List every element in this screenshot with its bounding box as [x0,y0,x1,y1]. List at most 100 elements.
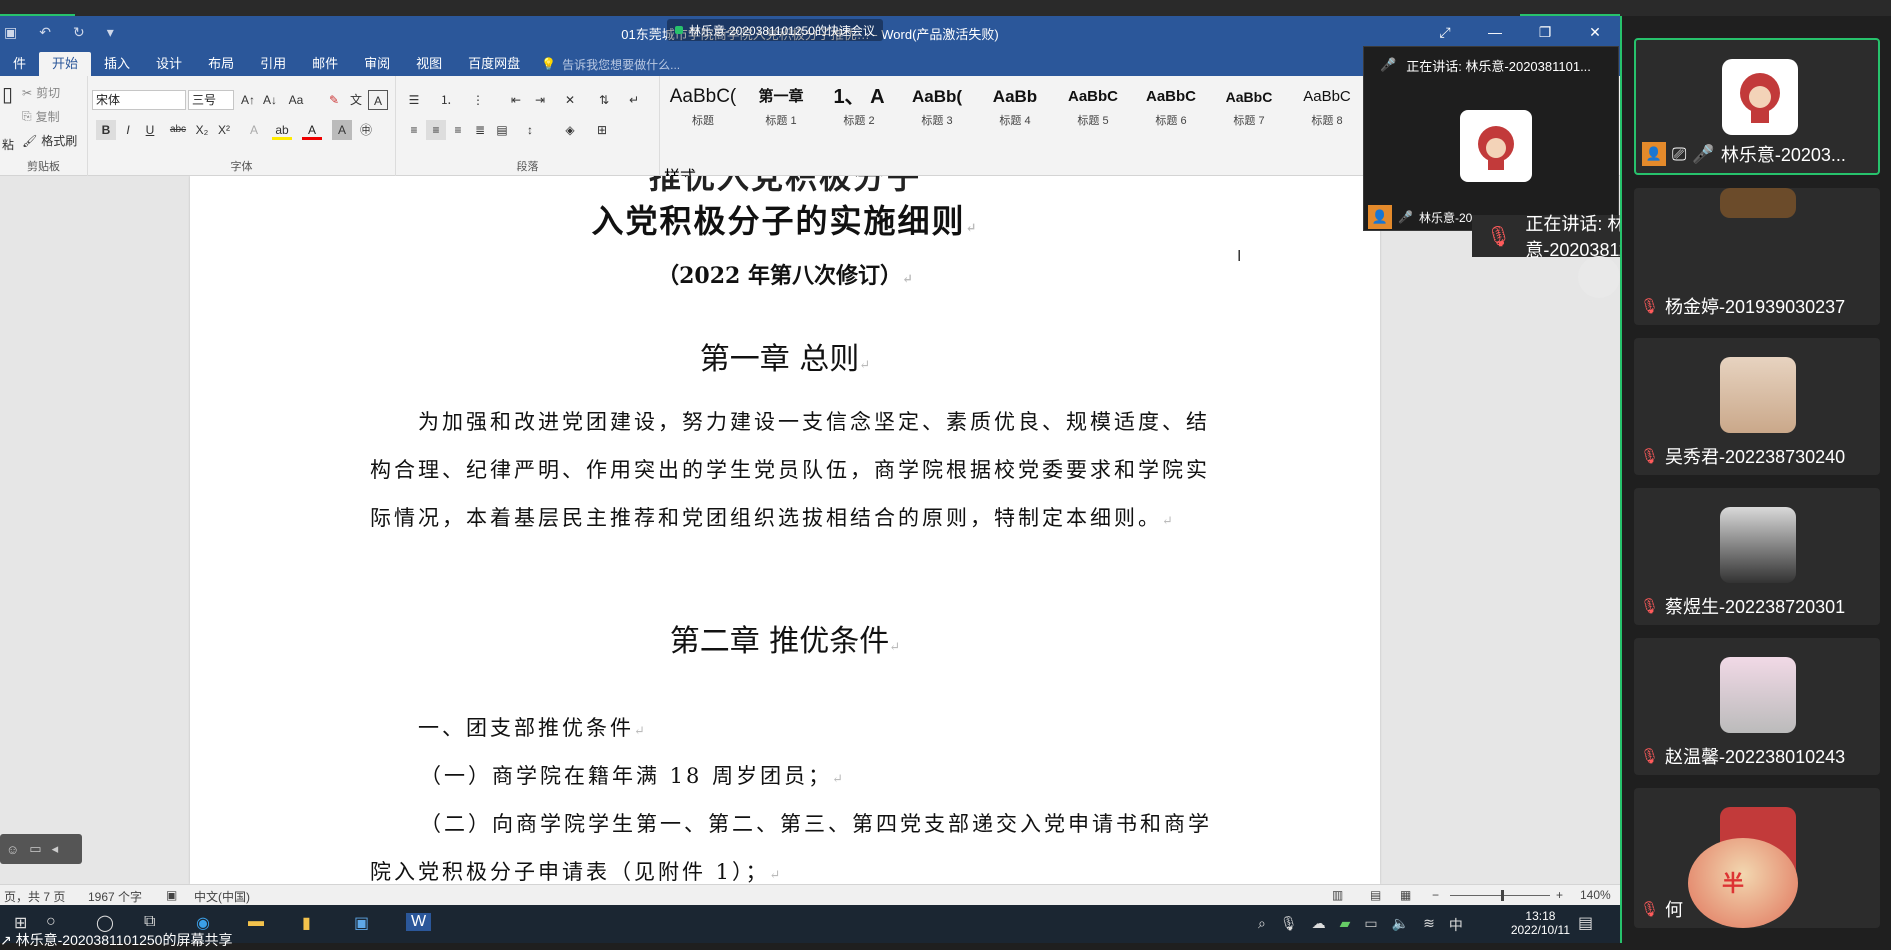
style-heading-8[interactable]: AaBbC 标题 8 [1288,80,1366,140]
tray-search-icon[interactable]: ⌕ [1258,915,1266,935]
sort-icon[interactable]: ⇅ [594,90,614,110]
document-page[interactable]: 推优入党积极分子 入党积极分子的实施细则↵ （2022 年第八次修订）↵ 第一章… [190,176,1380,884]
style-heading-1[interactable]: 第一章 标题 1 [742,80,820,140]
tab-mailings[interactable]: 邮件 [299,52,351,76]
style-heading-4[interactable]: AaBb 标题 4 [976,80,1054,140]
multilevel-list-icon[interactable]: ⋮ [468,90,488,110]
tray-volume-icon[interactable]: 🔈 [1392,915,1409,935]
line-spacing-icon[interactable]: ↕ [520,120,540,140]
participant-card[interactable]: 🎙 赵温馨-202238010243 [1634,638,1880,775]
justify-icon[interactable]: ≣ [470,120,490,140]
enclose-char-icon[interactable]: ㊥ [356,120,376,140]
tab-references[interactable]: 引用 [247,52,299,76]
decrease-indent-icon[interactable]: ⇤ [506,90,526,110]
text-effects-icon[interactable]: A [244,120,264,140]
increase-indent-icon[interactable]: ⇥ [530,90,550,110]
tray-cloud-icon[interactable]: ☁ [1312,915,1326,935]
cut-button[interactable]: ✂ 剪切 [22,84,60,101]
paste-icon[interactable]: ▯ [2,82,13,107]
bold-button[interactable]: B [96,120,116,140]
floating-toolbar[interactable]: ☺ ▭ ◂ [0,834,82,864]
format-painter-button[interactable]: 🖌 格式刷 [22,132,77,149]
zoom-slider[interactable] [1450,895,1550,896]
tab-file[interactable]: 件 [0,52,39,76]
assistant-bubble-icon[interactable] [1578,256,1620,298]
grow-font-icon[interactable]: A↑ [238,90,258,110]
tray-battery-icon[interactable]: ▭ [1364,915,1377,935]
style-heading-6[interactable]: AaBbC 标题 6 [1132,80,1210,140]
clock[interactable]: 13:18 2022/10/11 [1511,909,1570,937]
phonetic-guide-icon[interactable]: 文 [346,90,366,110]
style-heading-3[interactable]: AaBb(标题 3 [898,80,976,140]
minimize-button[interactable]: — [1470,16,1520,48]
highlight-icon[interactable]: ab [272,120,292,140]
notification-icon[interactable]: ▤ [1578,913,1593,933]
font-name-select[interactable]: 宋体 [92,90,186,110]
active-speaker-panel[interactable]: 🎤 正在讲话: 林乐意-2020381101... 👤 🎤 林乐意-20 [1363,46,1619,231]
borders-icon[interactable]: ⊞ [592,120,612,140]
chinese-layout-icon[interactable]: ✕ [560,90,580,110]
participant-card[interactable]: 🎙 杨金婷-201939030237 [1634,188,1880,325]
tell-me-box[interactable]: 💡 告诉我您想要做什么... [541,52,680,76]
participant-card[interactable]: 🎙 蔡煜生-202238720301 [1634,488,1880,625]
read-mode-icon[interactable]: ▥ [1332,888,1343,902]
align-right-icon[interactable]: ≡ [448,120,468,140]
style-heading-2[interactable]: 1、 A 标题 2 [820,80,898,140]
ime-mascot[interactable]: 半 [1688,838,1798,928]
style-heading-7[interactable]: AaBbC 标题 7 [1210,80,1288,140]
char-shading-icon[interactable]: A [332,120,352,140]
tab-design[interactable]: 设计 [143,52,195,76]
emoji-icon[interactable]: ☺ [6,842,19,857]
align-center-icon[interactable]: ≡ [426,120,446,140]
char-border-icon[interactable]: A [368,90,388,110]
zoom-out-button[interactable]: − [1432,888,1439,902]
paste-label[interactable]: 粘 [2,136,14,153]
tab-home[interactable]: 开始 [39,52,92,76]
tray-nvidia-icon[interactable]: ▰ [1340,915,1351,935]
chat-icon[interactable]: ▭ [29,841,41,857]
numbering-icon[interactable]: ⒈ [436,90,456,110]
shrink-font-icon[interactable]: A↓ [260,90,280,110]
word-count[interactable]: 1967 个字 [88,888,142,905]
tab-view[interactable]: 视图 [403,52,455,76]
align-left-icon[interactable]: ≡ [404,120,424,140]
zoom-slider-thumb[interactable] [1501,890,1504,901]
style-heading-5[interactable]: AaBbC 标题 5 [1054,80,1132,140]
style-title[interactable]: AaBbC(标题 [664,80,742,140]
font-color-icon[interactable]: A [302,120,322,140]
participant-card[interactable]: 🎙 吴秀君-202238730240 [1634,338,1880,475]
photos-icon[interactable]: ▣ [354,913,369,933]
participant-card[interactable]: 👤 ⎚ 🎤 林乐意-20203... [1634,38,1880,175]
file-explorer-icon[interactable]: ▬ [248,913,264,931]
shading-icon[interactable]: ◈ [560,120,580,140]
tray-ime[interactable]: 中 [1449,915,1463,935]
tab-review[interactable]: 审阅 [351,52,403,76]
tab-layout[interactable]: 布局 [195,52,247,76]
restore-button[interactable]: ❐ [1520,16,1570,48]
superscript-button[interactable]: X² [214,120,234,140]
clear-format-icon[interactable]: ✎ [324,90,344,110]
distributed-icon[interactable]: ▤ [492,120,512,140]
tray-wifi-icon[interactable]: ≋ [1423,915,1435,935]
tab-baidu[interactable]: 百度网盘 [455,52,533,76]
close-button[interactable]: ✕ [1570,16,1620,48]
web-layout-icon[interactable]: ▦ [1400,888,1411,902]
proofing-icon[interactable]: ▣ [166,888,177,902]
font-size-select[interactable]: 三号 [188,90,234,110]
change-case-icon[interactable]: Aa [286,90,306,110]
italic-button[interactable]: I [118,120,138,140]
ribbon-display-button[interactable]: ⤢ [1420,16,1470,48]
search-icon[interactable]: ○ [46,913,56,931]
bullets-icon[interactable]: ☰ [404,90,424,110]
tray-mic-icon[interactable]: 🎙 [1280,915,1298,935]
zoom-level[interactable]: 140% [1580,888,1611,902]
zoom-in-button[interactable]: + [1556,888,1563,902]
screen-share-banner[interactable]: 林乐意-2020381101250的快速会议 [667,19,883,41]
word-taskbar-icon[interactable]: W [406,913,432,931]
show-marks-icon[interactable]: ↵ [624,90,644,110]
task-view-icon[interactable]: ⧉ [144,913,155,931]
language[interactable]: 中文(中国) [194,888,250,905]
underline-button[interactable]: U [140,120,160,140]
tab-insert[interactable]: 插入 [91,52,143,76]
print-layout-icon[interactable]: ▤ [1370,888,1381,902]
